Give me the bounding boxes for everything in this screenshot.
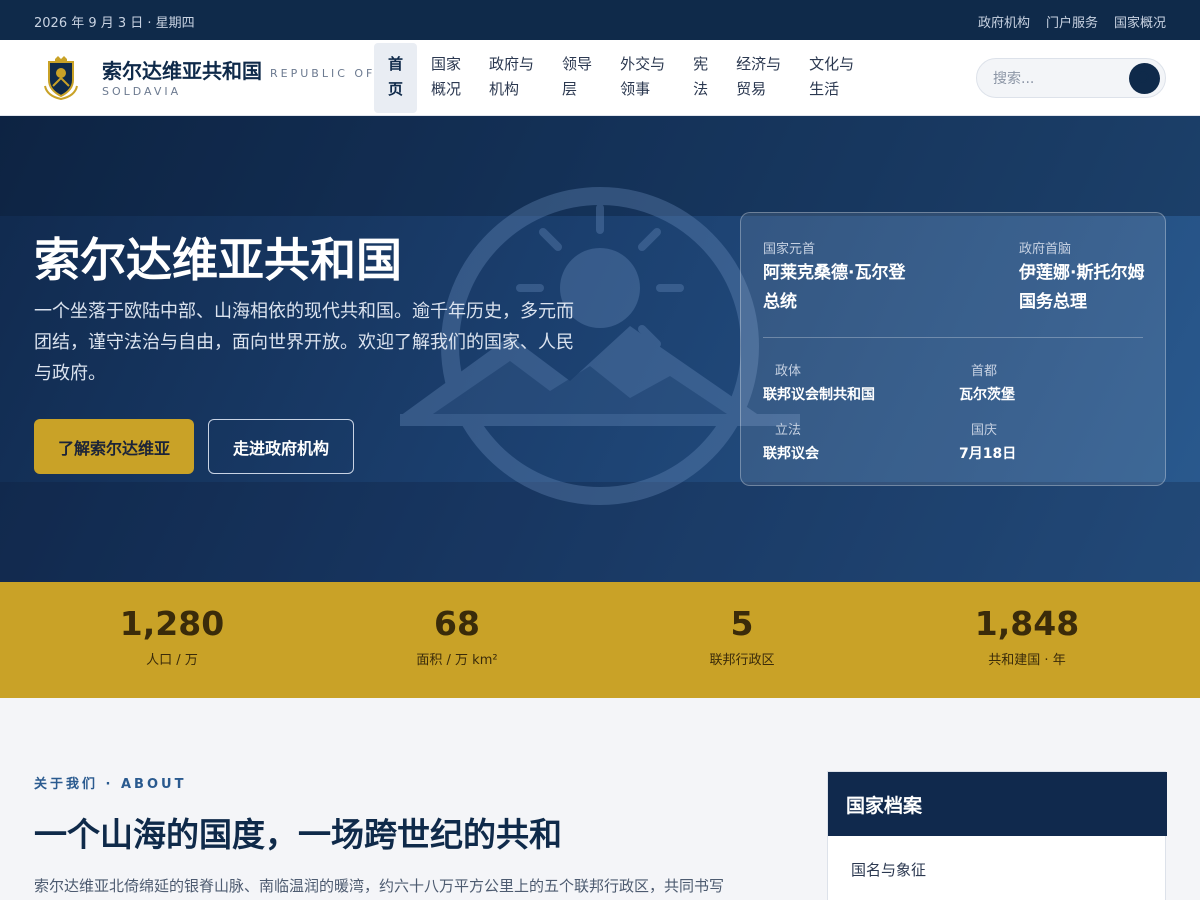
nav-label-line2: 贸易 [736, 80, 767, 98]
stat-label: 面积 / 万 km² [416, 653, 498, 668]
search-box [976, 58, 1166, 98]
profile-link-name-symbols[interactable]: 国名与象征 [851, 859, 926, 880]
profile-panel-title: 国家档案 [828, 772, 1167, 836]
head-of-government-name: 伊莲娜·斯托尔姆 [1019, 263, 1145, 283]
site-header: 索尔达维亚共和国 REPUBLIC OF SOLDAVIA 首 页 国家 概况 … [0, 40, 1200, 116]
utility-link-portal-services[interactable]: 门户服务 [1046, 12, 1098, 31]
nav-label-line2: 层 [562, 80, 578, 98]
nav-item-country-overview[interactable]: 国家 概况 [417, 43, 475, 113]
top-utility-bar: 2026 年 9 月 3 日 · 星期四 政府机构 门户服务 国家概况 [0, 0, 1200, 40]
stat-number: 68 [434, 604, 480, 643]
nav-item-government[interactable]: 政府与 机构 [475, 43, 548, 113]
utility-link-country-overview[interactable]: 国家概况 [1114, 12, 1166, 31]
brand-subtitle-line1: REPUBLIC OF [270, 67, 376, 80]
card-divider [763, 337, 1143, 338]
hero-title: 索尔达维亚共和国 [34, 233, 402, 287]
fact-label-government-type: 政体 [775, 364, 802, 379]
current-date: 2026 年 9 月 3 日 · 星期四 [34, 16, 195, 31]
head-of-state-label: 国家元首 [763, 242, 816, 257]
stat-number: 1,280 [119, 604, 225, 643]
nav-item-diplomacy[interactable]: 外交与 领事 [606, 43, 679, 113]
country-info-card: 国家元首 阿莱克桑德·瓦尔登 总统 政府首脑 伊莲娜·斯托尔姆 国务总理 政体 … [740, 212, 1166, 486]
head-of-state-title: 总统 [763, 292, 797, 312]
nav-item-constitution[interactable]: 宪 法 [679, 43, 722, 113]
search-button[interactable] [1129, 63, 1160, 94]
hero-description: 一个坐落于欧陆中部、山海相依的现代共和国。逾千年历史，多元而团结，谨守法治与自由… [34, 301, 574, 384]
nav-label-line2: 页 [388, 80, 404, 98]
fact-label-legislature: 立法 [775, 423, 802, 438]
nav-label-line1: 文化与 [809, 55, 855, 73]
fact-value-national-day: 7月18日 [959, 446, 1017, 462]
fact-label-national-day: 国庆 [971, 423, 998, 438]
nav-label-line1: 外交与 [620, 55, 666, 73]
stat-regions: 5 联邦行政区 [642, 604, 842, 668]
stat-founding-year: 1,848 共和建国 · 年 [927, 604, 1127, 668]
nav-label-line1: 政府与 [489, 55, 535, 73]
head-of-government-title: 国务总理 [1019, 292, 1087, 312]
coat-of-arms-icon[interactable] [42, 56, 80, 100]
search-input[interactable] [993, 68, 1113, 90]
hero-section: 索尔达维亚共和国 一个坐落于欧陆中部、山海相依的现代共和国。逾千年历史，多元而团… [0, 116, 1200, 582]
nav-label-line1: 经济与 [736, 55, 782, 73]
head-of-government-label: 政府首脑 [1019, 242, 1072, 257]
fact-value-capital: 瓦尔茨堡 [959, 387, 1015, 403]
stat-label: 共和建国 · 年 [988, 653, 1066, 668]
nav-item-culture[interactable]: 文化与 生活 [795, 43, 868, 113]
nav-label-line2: 法 [693, 80, 709, 98]
brand-subtitle-line2: SOLDAVIA [102, 85, 182, 98]
nav-label-line1: 领导 [562, 55, 593, 73]
head-of-state-name: 阿莱克桑德·瓦尔登 [763, 263, 906, 283]
about-kicker: 关于我们 · ABOUT [34, 777, 187, 792]
about-title: 一个山海的国度，一场跨世纪的共和 [34, 815, 562, 854]
stats-band: 1,280 人口 / 万 68 面积 / 万 km² 5 联邦行政区 1,848… [0, 582, 1200, 698]
nav-label-line2: 领事 [620, 80, 651, 98]
national-profile-panel: 国家档案 国名与象征 [827, 771, 1167, 900]
fact-label-capital: 首都 [971, 364, 998, 379]
search-icon [1137, 71, 1149, 83]
nav-label-line2: 概况 [431, 80, 462, 98]
stat-number: 5 [730, 604, 754, 643]
nav-item-home[interactable]: 首 页 [374, 43, 418, 113]
nav-label-line1: 首 [388, 55, 404, 73]
nav-item-economy[interactable]: 经济与 贸易 [722, 43, 795, 113]
fact-value-government-type: 联邦议会制共和国 [763, 387, 875, 403]
explore-government-button[interactable]: 走进政府机构 [208, 419, 354, 474]
nav-label-line2: 机构 [489, 80, 520, 98]
stat-area: 68 面积 / 万 km² [357, 604, 557, 668]
nav-label-line1: 国家 [431, 55, 462, 73]
utility-links: 政府机构 门户服务 国家概况 [978, 12, 1166, 31]
main-nav: 首 页 国家 概况 政府与 机构 领导 层 外交与 领事 宪 法 经济与 贸易 … [374, 43, 868, 113]
fact-value-legislature: 联邦议会 [763, 446, 819, 462]
about-text: 索尔达维亚北倚绵延的银脊山脉、南临温润的暖湾，约六十八万平方公里上的五个联邦行政… [34, 877, 725, 895]
nav-label-line2: 生活 [809, 80, 840, 98]
stat-number: 1,848 [974, 604, 1080, 643]
nav-item-leadership[interactable]: 领导 层 [548, 43, 606, 113]
nav-label-line1: 宪 [693, 55, 709, 73]
brand-name[interactable]: 索尔达维亚共和国 [102, 55, 262, 84]
utility-link-government[interactable]: 政府机构 [978, 12, 1030, 31]
stat-label: 人口 / 万 [146, 653, 198, 668]
learn-about-button[interactable]: 了解索尔达维亚 [34, 419, 194, 474]
stat-population: 1,280 人口 / 万 [72, 604, 272, 668]
stat-label: 联邦行政区 [709, 653, 775, 668]
